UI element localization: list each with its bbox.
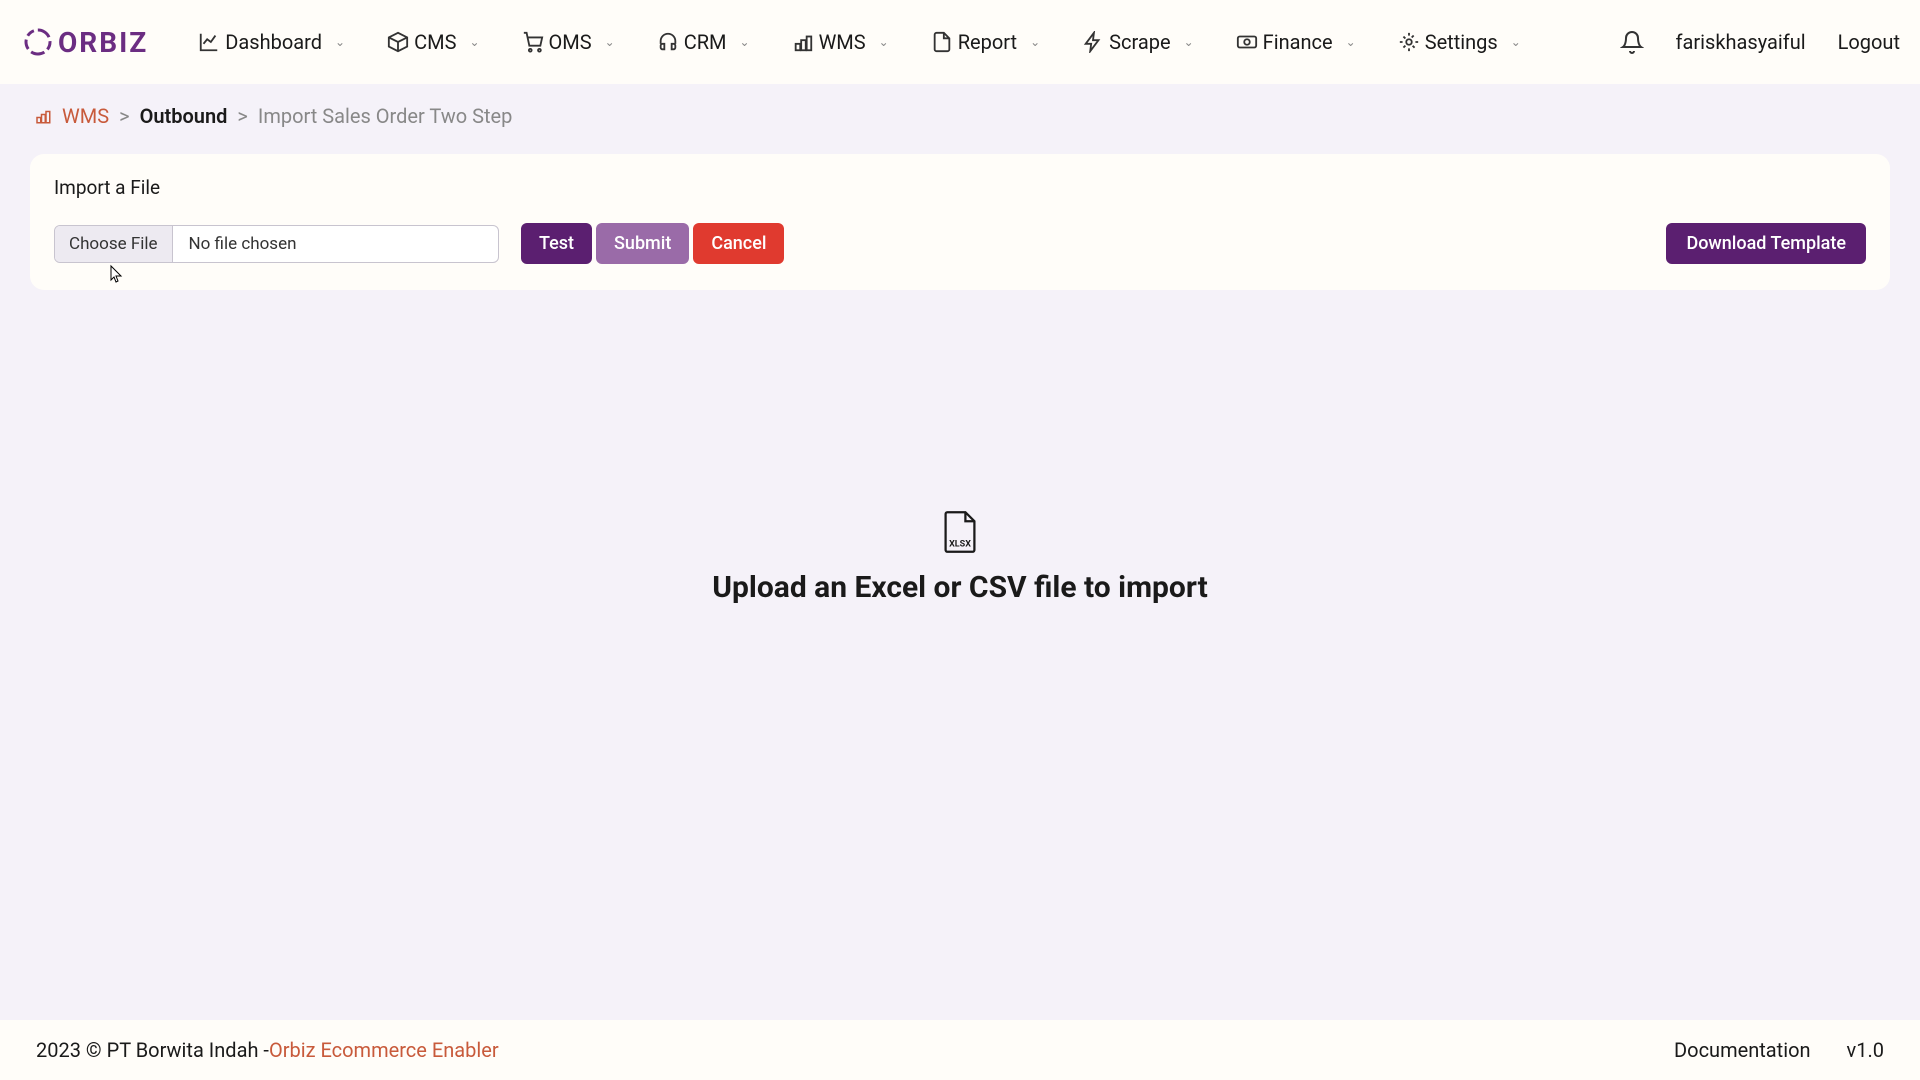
version-text: v1.0: [1847, 1038, 1884, 1062]
navbar: ORBIZ Dashboard ⌄ CMS ⌄ OMS ⌄: [0, 0, 1920, 84]
chevron-down-icon: ⌄: [879, 35, 889, 49]
headset-icon: [657, 31, 679, 53]
money-icon: [1236, 31, 1258, 53]
svg-text:XLSX: XLSX: [949, 539, 971, 549]
chevron-down-icon: ⌄: [335, 35, 345, 49]
nav-label: Settings: [1425, 30, 1498, 54]
nav-wms[interactable]: WMS ⌄: [792, 30, 889, 54]
documentation-link[interactable]: Documentation: [1674, 1038, 1811, 1062]
chevron-down-icon: ⌄: [1184, 35, 1194, 49]
chart-line-icon: [198, 31, 220, 53]
breadcrumb: WMS > Outbound > Import Sales Order Two …: [0, 84, 1920, 140]
nav-right: fariskhasyaiful Logout: [1620, 30, 1900, 54]
chevron-down-icon: ⌄: [1511, 35, 1521, 49]
submit-button[interactable]: Submit: [596, 223, 689, 264]
import-card: Import a File Choose File No file chosen…: [30, 154, 1890, 290]
username[interactable]: fariskhasyaiful: [1676, 30, 1806, 54]
footer-brand-link[interactable]: Orbiz Ecommerce Enabler: [269, 1038, 499, 1062]
xlsx-file-icon: XLSX: [942, 510, 978, 554]
logout-link[interactable]: Logout: [1838, 30, 1900, 54]
card-title: Import a File: [54, 176, 1866, 199]
cancel-button[interactable]: Cancel: [693, 223, 784, 264]
logo-icon: [22, 26, 54, 58]
bolt-icon: [1082, 31, 1104, 53]
nav-report[interactable]: Report ⌄: [931, 30, 1040, 54]
bell-icon[interactable]: [1620, 30, 1644, 54]
gear-icon: [1398, 31, 1420, 53]
test-button[interactable]: Test: [521, 223, 592, 264]
warehouse-icon: [34, 107, 52, 125]
box-icon: [387, 31, 409, 53]
nav-cms[interactable]: CMS ⌄: [387, 30, 479, 54]
logo[interactable]: ORBIZ: [22, 26, 148, 59]
upload-prompt: Upload an Excel or CSV file to import: [712, 570, 1208, 605]
breadcrumb-sep: >: [237, 104, 247, 128]
download-template-button[interactable]: Download Template: [1666, 223, 1866, 264]
nav-scrape[interactable]: Scrape ⌄: [1082, 30, 1194, 54]
breadcrumb-root[interactable]: WMS: [62, 104, 109, 128]
nav-label: Report: [958, 30, 1017, 54]
breadcrumb-section[interactable]: Outbound: [140, 104, 228, 128]
chevron-down-icon: ⌄: [740, 35, 750, 49]
document-icon: [931, 31, 953, 53]
logo-text: ORBIZ: [58, 26, 148, 59]
nav-finance[interactable]: Finance ⌄: [1236, 30, 1356, 54]
file-status-text: No file chosen: [173, 234, 313, 254]
chevron-down-icon: ⌄: [469, 35, 479, 49]
nav-crm[interactable]: CRM ⌄: [657, 30, 750, 54]
nav-label: OMS: [549, 30, 592, 54]
footer: 2023 © PT Borwita Indah - Orbiz Ecommerc…: [0, 1020, 1920, 1080]
nav-dashboard[interactable]: Dashboard ⌄: [198, 30, 345, 54]
chevron-down-icon: ⌄: [605, 35, 615, 49]
breadcrumb-sep: >: [119, 104, 129, 128]
chevron-down-icon: ⌄: [1346, 35, 1356, 49]
warehouse-icon: [792, 31, 814, 53]
footer-copyright: 2023 © PT Borwita Indah -: [36, 1038, 269, 1062]
file-input[interactable]: Choose File No file chosen: [54, 225, 499, 263]
main-content: XLSX Upload an Excel or CSV file to impo…: [0, 510, 1920, 605]
nav-label: Scrape: [1109, 30, 1170, 54]
chevron-down-icon: ⌄: [1030, 35, 1040, 49]
nav-label: Finance: [1263, 30, 1333, 54]
nav-label: Dashboard: [225, 30, 322, 54]
nav-items: Dashboard ⌄ CMS ⌄ OMS ⌄ CRM ⌄: [198, 30, 1619, 54]
nav-settings[interactable]: Settings ⌄: [1398, 30, 1521, 54]
action-buttons: Test Submit Cancel: [521, 223, 784, 264]
nav-label: CMS: [414, 30, 456, 54]
nav-label: CRM: [684, 30, 727, 54]
choose-file-button[interactable]: Choose File: [55, 226, 173, 262]
file-row: Choose File No file chosen Test Submit C…: [54, 223, 1866, 264]
nav-label: WMS: [819, 30, 866, 54]
cart-icon: [522, 31, 544, 53]
breadcrumb-current: Import Sales Order Two Step: [258, 104, 513, 128]
nav-oms[interactable]: OMS ⌄: [522, 30, 615, 54]
